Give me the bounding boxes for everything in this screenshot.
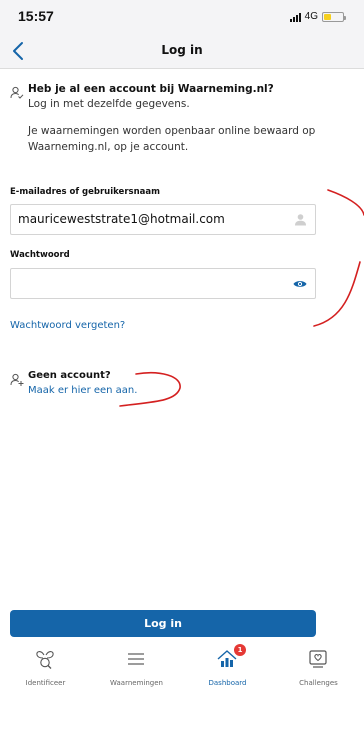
- password-label: Wachtwoord: [10, 250, 70, 260]
- tab-waarnemingen[interactable]: Waarnemingen: [91, 642, 182, 698]
- forgot-password-link[interactable]: Wachtwoord vergeten?: [10, 320, 125, 331]
- battery-level: [324, 13, 332, 20]
- password-field[interactable]: [10, 268, 316, 299]
- bottom-tab-bar: Identificeer Waarnemingen 1 Dashboard Ch…: [0, 642, 364, 702]
- user-add-icon: [10, 373, 24, 386]
- user-check-icon: [10, 86, 24, 99]
- tab-identificeer[interactable]: Identificeer: [0, 642, 91, 698]
- email-value: mauriceweststrate1@hotmail.com: [18, 212, 225, 226]
- email-label: E-mailadres of gebruikersnaam: [10, 187, 160, 197]
- status-indicators: 4G: [289, 11, 346, 22]
- tab-label-waarnemingen: Waarnemingen: [110, 679, 163, 687]
- tab-label-challenges: Challenges: [299, 679, 338, 687]
- login-button[interactable]: Log in: [10, 610, 316, 637]
- intro-subheading: Log in met dezelfde gegevens.: [28, 98, 190, 110]
- eye-icon[interactable]: [293, 278, 307, 290]
- tab-dashboard[interactable]: 1 Dashboard: [182, 642, 273, 698]
- user-icon: [295, 214, 306, 226]
- tab-challenges[interactable]: Challenges: [273, 642, 364, 698]
- network-type: 4G: [304, 11, 318, 22]
- no-account-title: Geen account?: [28, 370, 111, 381]
- butterfly-search-icon: [36, 651, 54, 669]
- intro-body: Je waarnemingen worden openbaar online b…: [28, 125, 316, 153]
- signal-icon: [289, 12, 301, 22]
- list-icon: [128, 653, 144, 665]
- create-account-link[interactable]: Maak er hier een aan.: [28, 385, 137, 396]
- tab-label-identificeer: Identificeer: [25, 679, 66, 687]
- status-time: 15:57: [18, 8, 54, 24]
- intro-heading: Heb je al een account bij Waarneming.nl?: [28, 83, 274, 95]
- challenge-icon: [309, 650, 327, 668]
- page-title: Log in: [161, 43, 203, 57]
- tab-label-dashboard: Dashboard: [208, 679, 247, 687]
- notification-badge: 1: [234, 644, 246, 656]
- email-field[interactable]: mauriceweststrate1@hotmail.com: [10, 204, 316, 235]
- nav-bar: Log in: [0, 34, 364, 69]
- status-bar: 15:57 4G: [0, 0, 364, 34]
- battery-icon: [322, 11, 346, 22]
